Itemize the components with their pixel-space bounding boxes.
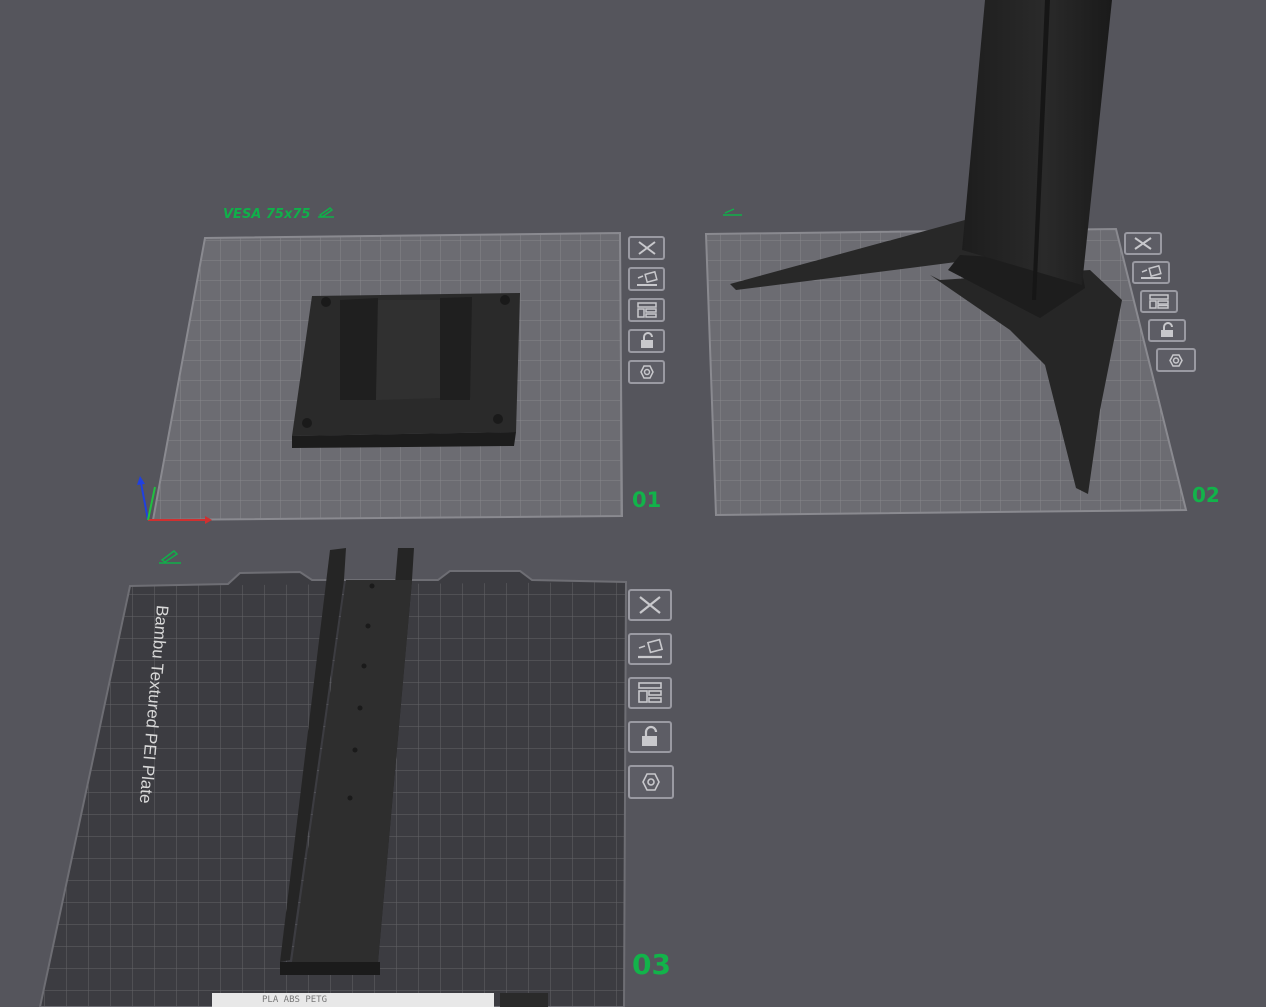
- layout-icon: [1149, 294, 1169, 309]
- plate-3-auto-arrange-button[interactable]: [628, 633, 672, 665]
- plate-1-settings-button[interactable]: [628, 360, 665, 384]
- close-icon: [1134, 237, 1152, 250]
- settings-icon: [639, 365, 654, 379]
- lock-icon: [1161, 322, 1173, 337]
- plate-2-name[interactable]: [716, 204, 744, 220]
- plate-2-toolbar: [1124, 232, 1196, 372]
- plate-3-settings-button[interactable]: [628, 765, 674, 799]
- settings-icon: [1169, 353, 1183, 367]
- lock-icon: [640, 332, 653, 348]
- plate-3-lock-button[interactable]: [628, 721, 672, 753]
- plate-1-lock-button[interactable]: [628, 329, 665, 353]
- plate-1-auto-arrange-button[interactable]: [628, 267, 665, 291]
- edit-icon[interactable]: [158, 548, 182, 568]
- plate-1-close-button[interactable]: [628, 236, 665, 260]
- layout-icon: [638, 682, 662, 703]
- settings-icon: [642, 773, 660, 791]
- auto-arrange-icon: [638, 638, 664, 659]
- plate-3-toolbar: [628, 589, 674, 799]
- plate-2-auto-arrange-button[interactable]: [1132, 261, 1170, 284]
- lock-icon: [642, 725, 658, 746]
- plate-3-close-button[interactable]: [628, 589, 672, 621]
- auto-arrange-icon: [636, 270, 658, 286]
- close-icon: [637, 241, 656, 255]
- plate-1-toolbar: [628, 236, 665, 384]
- plate-1-name[interactable]: VESA 75x75: [223, 206, 336, 222]
- edit-icon[interactable]: [316, 206, 336, 222]
- plate-2-lock-button[interactable]: [1148, 319, 1186, 342]
- plate-1-number: 01: [632, 488, 662, 512]
- plate-2-layout-button[interactable]: [1140, 290, 1178, 313]
- plate-2-settings-button[interactable]: [1156, 348, 1196, 372]
- plate-3-number: 03: [632, 948, 671, 981]
- close-icon: [639, 596, 661, 614]
- plate-2-close-button[interactable]: [1124, 232, 1162, 255]
- auto-arrange-icon: [1141, 264, 1162, 279]
- layout-icon: [636, 302, 657, 318]
- plate-1-name-text: VESA 75x75: [223, 206, 311, 222]
- plate-3-layout-button[interactable]: [628, 677, 672, 709]
- plate-3-name[interactable]: [152, 548, 182, 568]
- plate-3-footer-text: PLA ABS PETG: [262, 995, 328, 1005]
- edit-icon[interactable]: [722, 204, 744, 220]
- plate-2-number: 02: [1192, 483, 1220, 507]
- plate-1-layout-button[interactable]: [628, 298, 665, 322]
- vesa-mount-model[interactable]: [292, 293, 520, 448]
